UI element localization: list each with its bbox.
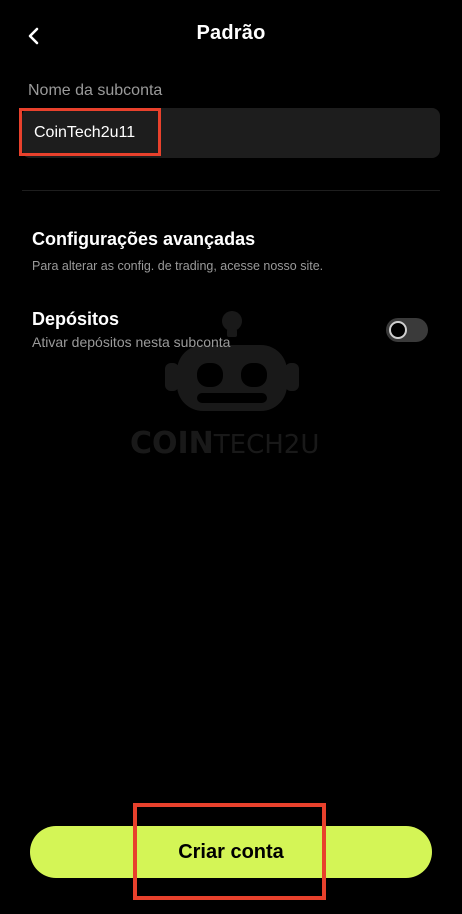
- toggle-knob: [389, 321, 407, 339]
- advanced-settings-title[interactable]: Configurações avançadas: [32, 229, 255, 250]
- watermark-text-bold: COIN: [130, 426, 214, 461]
- deposits-subtitle: Ativar depósitos nesta subconta: [32, 334, 231, 350]
- cointech2u-watermark: COINTECH2U: [130, 311, 319, 461]
- watermark-text-light: TECH2U: [213, 430, 320, 460]
- subaccount-name-input[interactable]: [22, 108, 440, 158]
- subaccount-name-label: Nome da subconta: [28, 82, 163, 99]
- page-title: Padrão: [196, 22, 266, 44]
- advanced-settings-subtitle: Para alterar as config. de trading, aces…: [32, 259, 324, 273]
- header: Padrão: [0, 0, 462, 70]
- divider: [22, 190, 440, 191]
- create-subaccount-screen: Padrão Nome da subconta Configurações av…: [0, 0, 462, 914]
- watermark-text: COINTECH2U: [130, 426, 319, 461]
- deposits-title: Depósitos: [32, 309, 120, 329]
- deposits-toggle[interactable]: [386, 318, 428, 342]
- create-account-button[interactable]: Criar conta: [30, 826, 432, 878]
